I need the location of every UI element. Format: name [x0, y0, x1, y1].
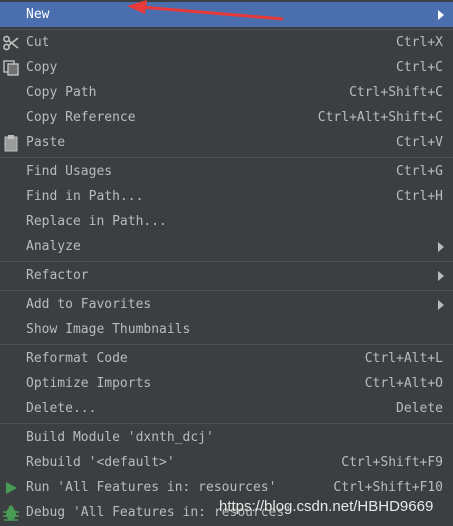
menu-item-label: Build Module 'dxnth_dcj': [26, 430, 214, 445]
run-icon: [0, 475, 22, 500]
menu-item-label: Find Usages: [26, 164, 113, 179]
menu-item-label: Rebuild '<default>': [26, 455, 175, 470]
menu-item-label: Copy Path: [26, 85, 97, 100]
menu-item-copy-path[interactable]: Copy Path Ctrl+Shift+C: [0, 80, 453, 105]
menu-item-shortcut: Ctrl+H: [396, 189, 443, 204]
submenu-arrow-icon: [438, 299, 444, 310]
menu-item-label: Optimize Imports: [26, 376, 152, 391]
menu-item-shortcut: Ctrl+G: [396, 164, 443, 179]
menu-item-find-usages[interactable]: Find Usages Ctrl+G: [0, 159, 453, 184]
menu-item-copy[interactable]: Copy Ctrl+C: [0, 55, 453, 80]
menu-item-refactor[interactable]: Refactor: [0, 263, 453, 288]
submenu-arrow-icon: [438, 241, 444, 252]
menu-item-label: Delete...: [26, 401, 97, 416]
separator: [0, 423, 453, 424]
menu-item-shortcut: Ctrl+V: [396, 135, 443, 150]
menu-item-label: Paste: [26, 135, 66, 150]
copy-icon: [0, 55, 22, 80]
separator: [0, 261, 453, 262]
menu-item-label: Find in Path...: [26, 189, 144, 204]
menu-item-reformat-code[interactable]: Reformat Code Ctrl+Alt+L: [0, 346, 453, 371]
menu-item-label: Show Image Thumbnails: [26, 322, 191, 337]
watermark: https://blog.csdn.net/HBHD9669: [219, 498, 434, 515]
menu-item-cut[interactable]: Cut Ctrl+X: [0, 30, 453, 55]
separator: [0, 290, 453, 291]
clipboard-icon: [0, 130, 22, 155]
menu-item-label: Refactor: [26, 268, 89, 283]
debug-icon: [0, 500, 22, 525]
menu-item-shortcut: Ctrl+Shift+F9: [341, 455, 443, 470]
menu-item-copy-reference[interactable]: Copy Reference Ctrl+Alt+Shift+C: [0, 105, 453, 130]
menu-item-label: Cut: [26, 35, 50, 50]
menu-item-analyze[interactable]: Analyze: [0, 234, 453, 259]
menu-item-shortcut: Ctrl+Alt+O: [364, 376, 443, 391]
context-menu: New Cut Ctrl+X Copy Ctrl+C Copy Path Ctr…: [0, 0, 453, 526]
menu-item-label: Add to Favorites: [26, 297, 152, 312]
menu-item-replace-in-path[interactable]: Replace in Path...: [0, 209, 453, 234]
menu-item-shortcut: Ctrl+X: [396, 35, 443, 50]
menu-item-shortcut: Ctrl+Shift+C: [349, 85, 443, 100]
menu-item-run[interactable]: Run 'All Features in: resources' Ctrl+Sh…: [0, 475, 453, 500]
menu-item-shortcut: Ctrl+Alt+Shift+C: [317, 110, 443, 125]
menu-item-show-image-thumbnails[interactable]: Show Image Thumbnails: [0, 317, 453, 342]
menu-item-rebuild[interactable]: Rebuild '<default>' Ctrl+Shift+F9: [0, 450, 453, 475]
separator: [0, 157, 453, 158]
menu-item-label: New: [26, 7, 50, 22]
menu-item-shortcut: Ctrl+C: [396, 60, 443, 75]
submenu-arrow-icon: [438, 270, 444, 281]
menu-item-delete[interactable]: Delete... Delete: [0, 396, 453, 421]
separator: [0, 344, 453, 345]
menu-item-label: Run 'All Features in: resources': [26, 480, 277, 495]
menu-item-find-in-path[interactable]: Find in Path... Ctrl+H: [0, 184, 453, 209]
menu-item-label: Replace in Path...: [26, 214, 167, 229]
menu-item-label: Copy: [26, 60, 58, 75]
annotation-arrow-icon: [127, 0, 284, 21]
menu-item-label: Copy Reference: [26, 110, 136, 125]
menu-item-optimize-imports[interactable]: Optimize Imports Ctrl+Alt+O: [0, 371, 453, 396]
menu-item-build-module[interactable]: Build Module 'dxnth_dcj': [0, 425, 453, 450]
menu-item-add-to-favorites[interactable]: Add to Favorites: [0, 292, 453, 317]
submenu-arrow-icon: [438, 9, 444, 20]
menu-item-shortcut: Ctrl+Shift+F10: [333, 480, 443, 495]
menu-item-paste[interactable]: Paste Ctrl+V: [0, 130, 453, 155]
menu-item-shortcut: Ctrl+Alt+L: [364, 351, 443, 366]
menu-item-shortcut: Delete: [396, 401, 443, 416]
menu-item-label: Analyze: [26, 239, 81, 254]
menu-item-label: Reformat Code: [26, 351, 128, 366]
scissors-icon: [0, 30, 22, 55]
